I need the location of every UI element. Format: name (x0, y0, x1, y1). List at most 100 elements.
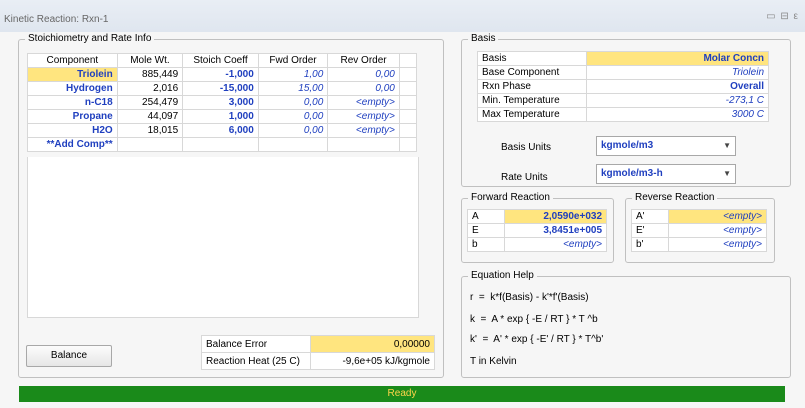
cell-empty[interactable] (116, 137, 184, 152)
cell-stoich-coeff[interactable]: -1,000 (182, 67, 259, 82)
reverse-e-value[interactable]: <empty> (668, 223, 767, 238)
cell-rev-order[interactable]: 0,00 (327, 81, 400, 96)
basis-row[interactable]: Basis Molar Concn (477, 51, 769, 66)
reverse-row-a[interactable]: A' <empty> (631, 209, 767, 224)
cell-stoich-coeff[interactable]: 1,000 (182, 109, 259, 124)
forward-e-label: E (467, 223, 505, 238)
basis-row[interactable]: Base Component Triolein (477, 65, 769, 80)
equation-k-prime: k' = A' * exp { -E' / RT } * T^b' (470, 334, 604, 345)
header-mole-wt: Mole Wt. (116, 53, 184, 68)
forward-row-b[interactable]: b <empty> (467, 237, 607, 252)
reverse-b-value[interactable]: <empty> (668, 237, 767, 252)
balance-info-table: Balance Error 0,00000 Reaction Heat (25 … (200, 335, 435, 370)
cell-empty[interactable] (182, 137, 259, 152)
cell-mole-wt[interactable]: 254,479 (116, 95, 184, 110)
window-title: Kinetic Reaction: Rxn-1 (4, 14, 109, 25)
table-row[interactable]: H2O 18,015 6,000 0,00 <empty> (27, 123, 418, 138)
base-component-value[interactable]: Triolein (586, 65, 769, 80)
table-row-add[interactable]: **Add Comp** (27, 137, 418, 152)
stoichiometry-legend: Stoichiometry and Rate Info (25, 33, 155, 45)
cell-spacer (398, 123, 418, 138)
cell-mole-wt[interactable]: 885,449 (116, 67, 184, 82)
cell-stoich-coeff[interactable]: 3,000 (182, 95, 259, 110)
basis-row[interactable]: Max Temperature 3000 C (477, 107, 769, 122)
forward-a-label: A (467, 209, 505, 224)
reverse-reaction-legend: Reverse Reaction (632, 192, 718, 204)
stoichiometry-table[interactable]: Component Mole Wt. Stoich Coeff Fwd Orde… (27, 53, 418, 152)
stoichiometry-group: Stoichiometry and Rate Info Component Mo… (18, 33, 444, 378)
forward-b-value[interactable]: <empty> (504, 237, 607, 252)
table-empty-area (27, 157, 419, 318)
reverse-e-label: E' (631, 223, 669, 238)
cell-rev-order[interactable]: <empty> (327, 95, 400, 110)
reaction-heat-label: Reaction Heat (25 C) (200, 352, 312, 370)
basis-row[interactable]: Rxn Phase Overall (477, 79, 769, 94)
cell-component[interactable]: n-C18 (27, 95, 118, 110)
cell-fwd-order[interactable]: 0,00 (257, 123, 329, 138)
chevron-down-icon: ▼ (723, 169, 731, 178)
title-bar: Kinetic Reaction: Rxn-1 ▭ ⊟ ε (0, 0, 805, 33)
cell-empty[interactable] (327, 137, 400, 152)
cell-fwd-order[interactable]: 0,00 (257, 109, 329, 124)
rxn-phase-value[interactable]: Overall (586, 79, 769, 94)
header-stoich-coeff: Stoich Coeff (182, 53, 259, 68)
reaction-heat-value: -9,6e+05 kJ/kgmole (310, 352, 435, 370)
forward-b-label: b (467, 237, 505, 252)
table-row[interactable]: n-C18 254,479 3,000 0,00 <empty> (27, 95, 418, 110)
rate-units-dropdown[interactable]: kgmole/m3-h ▼ (596, 164, 736, 184)
cell-fwd-order[interactable]: 15,00 (257, 81, 329, 96)
basis-label: Basis (477, 51, 587, 66)
cell-component[interactable]: Propane (27, 109, 118, 124)
cell-spacer (398, 81, 418, 96)
basis-value[interactable]: Molar Concn (586, 51, 769, 66)
reverse-a-value[interactable]: <empty> (668, 209, 767, 224)
cell-component[interactable]: Hydrogen (27, 81, 118, 96)
cell-component[interactable]: Triolein (27, 67, 118, 82)
min-temperature-value[interactable]: -273,1 C (586, 93, 769, 108)
basis-units-dropdown[interactable]: kgmole/m3 ▼ (596, 136, 736, 156)
basis-legend: Basis (468, 33, 499, 45)
cell-mole-wt[interactable]: 2,016 (116, 81, 184, 96)
basis-table[interactable]: Basis Molar Concn Base Component Triolei… (477, 51, 769, 122)
cell-mole-wt[interactable]: 18,015 (116, 123, 184, 138)
cell-stoich-coeff[interactable]: 6,000 (182, 123, 259, 138)
reverse-row-e[interactable]: E' <empty> (631, 223, 767, 238)
cell-mole-wt[interactable]: 44,097 (116, 109, 184, 124)
cell-rev-order[interactable]: 0,00 (327, 67, 400, 82)
basis-units-label: Basis Units (501, 142, 552, 153)
table-row[interactable]: Triolein 885,449 -1,000 1,00 0,00 (27, 67, 418, 82)
forward-row-e[interactable]: E 3,8451e+005 (467, 223, 607, 238)
cell-rev-order[interactable]: <empty> (327, 109, 400, 124)
table-row[interactable]: Hydrogen 2,016 -15,000 15,00 0,00 (27, 81, 418, 96)
cell-empty[interactable] (257, 137, 329, 152)
forward-row-a[interactable]: A 2,0590e+032 (467, 209, 607, 224)
basis-row[interactable]: Min. Temperature -273,1 C (477, 93, 769, 108)
forward-reaction-group: Forward Reaction A 2,0590e+032 E 3,8451e… (461, 192, 614, 263)
forward-e-value[interactable]: 3,8451e+005 (504, 223, 607, 238)
rate-units-value: kgmole/m3-h (601, 168, 663, 179)
balance-error-row: Balance Error 0,00000 (200, 335, 435, 353)
chevron-down-icon: ▼ (723, 141, 731, 150)
forward-a-value[interactable]: 2,0590e+032 (504, 209, 607, 224)
basis-units-value: kgmole/m3 (601, 140, 654, 151)
cell-stoich-coeff[interactable]: -15,000 (182, 81, 259, 96)
add-comp-cell[interactable]: **Add Comp** (27, 137, 118, 152)
cell-component[interactable]: H2O (27, 123, 118, 138)
base-component-label: Base Component (477, 65, 587, 80)
reverse-a-label: A' (631, 209, 669, 224)
main-content: Stoichiometry and Rate Info Component Mo… (0, 32, 805, 408)
status-bar: Ready (19, 386, 785, 402)
window-controls[interactable]: ▭ ⊟ ε (766, 11, 799, 22)
reverse-row-b[interactable]: b' <empty> (631, 237, 767, 252)
header-component: Component (27, 53, 118, 68)
equation-units-note: T in Kelvin (470, 356, 517, 367)
cell-fwd-order[interactable]: 1,00 (257, 67, 329, 82)
balance-button[interactable]: Balance (26, 345, 112, 367)
forward-reaction-table[interactable]: A 2,0590e+032 E 3,8451e+005 b <empty> (467, 209, 607, 252)
reverse-reaction-table[interactable]: A' <empty> E' <empty> b' <empty> (631, 209, 767, 252)
cell-fwd-order[interactable]: 0,00 (257, 95, 329, 110)
header-fwd-order: Fwd Order (257, 53, 329, 68)
table-row[interactable]: Propane 44,097 1,000 0,00 <empty> (27, 109, 418, 124)
cell-rev-order[interactable]: <empty> (327, 123, 400, 138)
max-temperature-value[interactable]: 3000 C (586, 107, 769, 122)
